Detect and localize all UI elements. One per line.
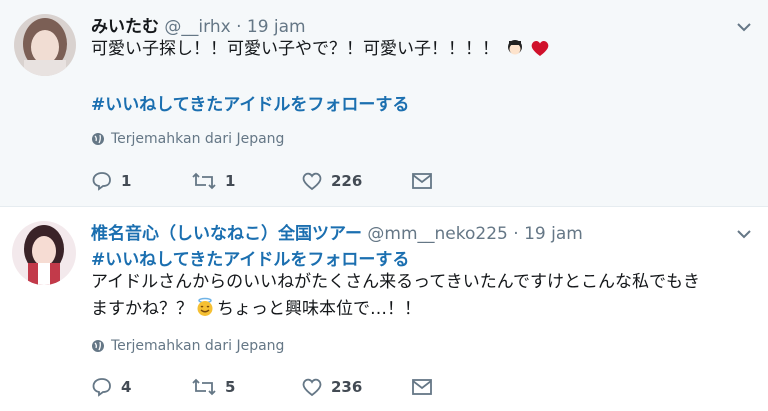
display-name[interactable]: 椎名音心（しいなねこ）全国ツアー (91, 224, 362, 244)
user-handle[interactable]: @__irhx (164, 17, 230, 37)
reply-button[interactable]: 1 (91, 171, 191, 191)
separator-dot: · (236, 17, 242, 37)
translate-link[interactable]: Terjemahkan dari Jepang (91, 338, 284, 354)
envelope-icon (412, 173, 432, 189)
reply-count: 4 (121, 378, 132, 396)
reply-button[interactable]: 4 (91, 377, 191, 397)
display-name[interactable]: みいたむ (91, 17, 159, 37)
user-handle[interactable]: @mm__neko225 (367, 224, 507, 244)
reply-count: 1 (121, 172, 132, 190)
like-button[interactable]: 236 (301, 377, 411, 397)
timestamp[interactable]: 19 jam (247, 17, 306, 37)
globe-icon (92, 133, 104, 145)
reply-icon (92, 172, 111, 191)
like-count: 236 (331, 378, 363, 396)
hashtag-link[interactable]: #いいねしてきたアイドルをフォローする (91, 245, 409, 270)
smiling-halo-emoji-icon (195, 297, 215, 326)
globe-icon (92, 340, 104, 352)
tweet-2[interactable]: 椎名音心（しいなねこ）全国ツアー @mm__neko225 · 19 jam #… (0, 207, 768, 411)
tweet-1[interactable]: みいたむ @__irhx · 19 jam 可愛い子探し！！可愛い子やで？！可愛… (0, 0, 768, 207)
direct-message-button[interactable] (411, 378, 433, 396)
tweet-text-line-1: アイドルさんからのいいねがたくさん来るってきいたんですけとこんな私でもき (91, 272, 700, 292)
translate-link[interactable]: Terjemahkan dari Jepang (91, 131, 284, 147)
avatar[interactable] (14, 14, 76, 76)
tweet-text: 可愛い子探し！！可愛い子やで？！可愛い子！！！！ (91, 36, 550, 66)
retweet-button[interactable]: 1 (191, 171, 301, 191)
tweet-text-line-2: ますかね？？ ちょっと興味本位で…！！ (91, 296, 421, 326)
retweet-button[interactable]: 5 (191, 377, 301, 397)
retweet-icon (192, 378, 216, 396)
timestamp[interactable]: 19 jam (524, 224, 583, 244)
retweet-icon (192, 172, 216, 190)
envelope-icon (412, 379, 432, 395)
reply-icon (92, 378, 111, 397)
heart-icon (302, 172, 322, 191)
separator-dot: · (513, 224, 519, 244)
retweet-count: 1 (225, 172, 236, 190)
girl-emoji-icon (506, 39, 524, 66)
heart-icon (302, 378, 322, 397)
direct-message-button[interactable] (411, 172, 433, 190)
avatar[interactable] (12, 221, 76, 285)
chevron-down-icon[interactable] (736, 18, 752, 32)
retweet-count: 5 (225, 378, 236, 396)
red-heart-icon (530, 39, 550, 66)
chevron-down-icon[interactable] (736, 225, 752, 239)
like-count: 226 (331, 172, 363, 190)
like-button[interactable]: 226 (301, 171, 411, 191)
hashtag-link[interactable]: #いいねしてきたアイドルをフォローする (91, 90, 409, 115)
